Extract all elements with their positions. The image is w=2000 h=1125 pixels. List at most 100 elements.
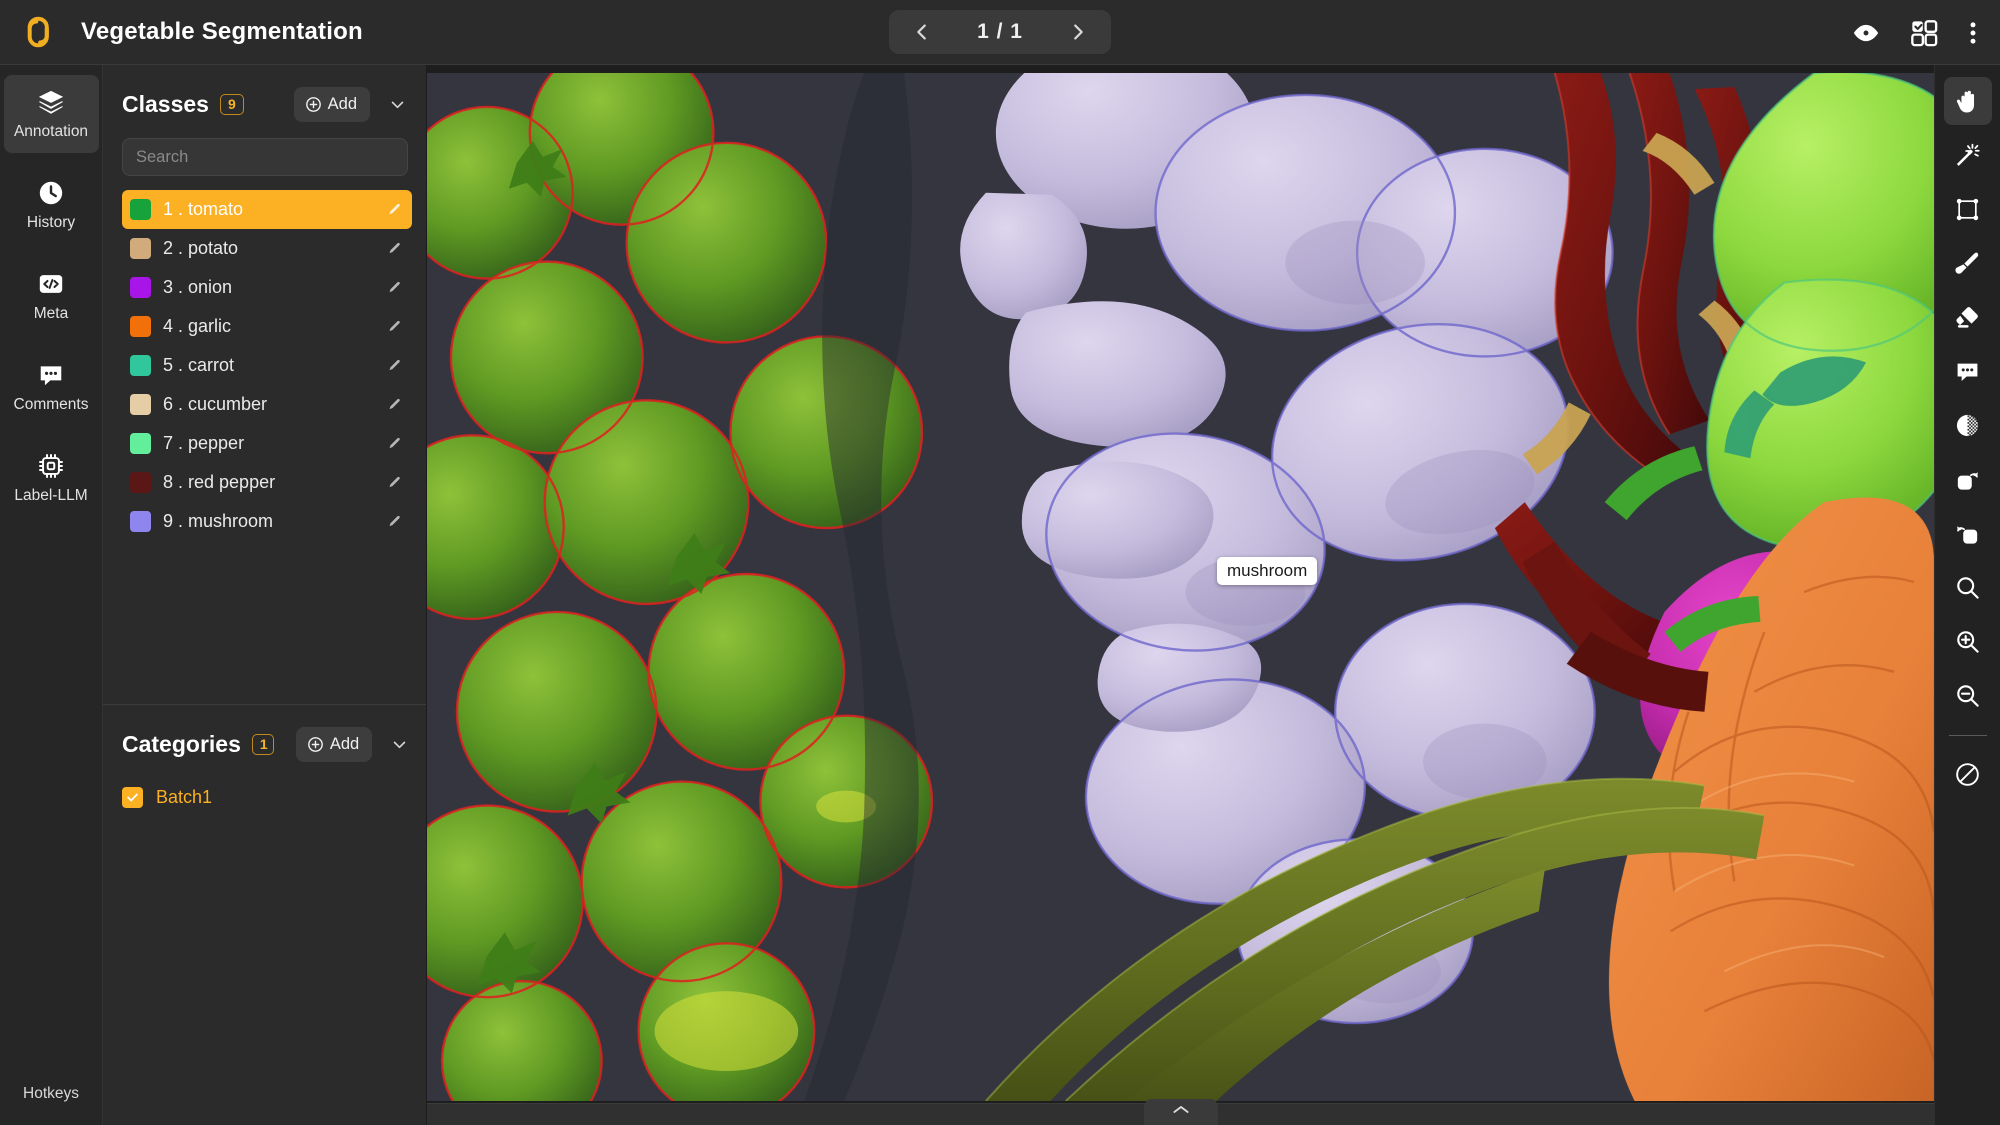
classes-list: 1 . tomato 2 . potato 3 . onion 4 . garlic 5…: [103, 186, 426, 541]
class-label: 7 . pepper: [163, 433, 245, 453]
classes-header: Classes 9 Add: [103, 65, 426, 134]
class-row[interactable]: 5 . carrot: [122, 346, 412, 385]
sidebar-item-label-llm[interactable]: Label-LLM: [4, 439, 99, 517]
annotation-app: Vegetable Segmentation 1 / 1 Annotation …: [0, 0, 2000, 1125]
categories-list: Batch1: [103, 774, 426, 814]
class-label: 1 . tomato: [163, 199, 244, 219]
sidebar-item-label: Meta: [33, 305, 69, 323]
zoom-out-button[interactable]: [1944, 671, 1992, 719]
annotation-label: mushroom: [1217, 557, 1318, 585]
image-viewport[interactable]: mushroom: [427, 73, 1934, 1103]
undo-button[interactable]: [1944, 509, 1992, 557]
sidebar-item-meta[interactable]: Meta: [4, 257, 99, 335]
add-category-label: Add: [329, 735, 360, 753]
magic-wand-icon: [1954, 142, 1981, 169]
sidebar-item-label: Annotation: [13, 123, 89, 141]
classes-title: Classes: [122, 91, 209, 117]
pencil-icon[interactable]: [387, 397, 402, 412]
add-category-button[interactable]: Add: [295, 727, 373, 762]
class-label: 6 . cucumber: [163, 394, 268, 414]
class-row[interactable]: 6 . cucumber: [122, 385, 412, 424]
sidebar-item-annotation[interactable]: Annotation: [3, 75, 99, 153]
left-panel: Classes 9 Add Search 1 . tomato 2 . pota…: [103, 65, 427, 1125]
eraser-icon: [1954, 304, 1981, 331]
class-row[interactable]: 8 . red pepper: [122, 463, 412, 502]
hotkeys-button[interactable]: Hotkeys: [0, 1085, 102, 1103]
class-row[interactable]: 1 . tomato: [122, 190, 412, 229]
chevron-right-icon[interactable]: [1067, 21, 1089, 43]
sidebar-item-history[interactable]: History: [4, 166, 99, 244]
bounding-box-tool[interactable]: [1944, 185, 1992, 233]
bounding-box-icon: [1954, 196, 1981, 223]
sidebar-item-comments[interactable]: Comments: [4, 348, 99, 426]
comment-icon: [37, 361, 65, 389]
page-title: Vegetable Segmentation: [81, 18, 363, 45]
brush-icon: [1954, 250, 1981, 277]
sidebar-item-label: History: [26, 214, 76, 232]
class-color-swatch: [130, 433, 151, 454]
classes-search-wrap: [103, 134, 426, 186]
plus-circle-icon: [305, 96, 322, 113]
class-row[interactable]: 7 . pepper: [122, 424, 412, 463]
opacity-icon: [1954, 412, 1981, 439]
page-indicator: 1 / 1: [977, 20, 1023, 43]
categories-panel: Categories 1 Add Batch1: [103, 705, 426, 1125]
annotated-image[interactable]: [427, 73, 1934, 1101]
brand: Vegetable Segmentation: [0, 13, 363, 51]
class-color-swatch: [130, 316, 151, 337]
fit-view-button[interactable]: [1944, 563, 1992, 611]
no-entry-icon: [1954, 761, 1981, 788]
pencil-icon[interactable]: [387, 202, 402, 217]
eye-icon[interactable]: [1852, 19, 1880, 47]
pencil-icon[interactable]: [387, 436, 402, 451]
redo-button[interactable]: [1944, 455, 1992, 503]
class-label: 9 . mushroom: [163, 511, 274, 531]
hand-icon: [1954, 88, 1981, 115]
pan-tool[interactable]: [1943, 77, 1992, 125]
clear-tool[interactable]: [1944, 750, 1992, 798]
add-class-label: Add: [327, 95, 357, 113]
eraser-tool[interactable]: [1944, 293, 1992, 341]
comment-tool[interactable]: [1944, 347, 1992, 395]
collapse-categories-button[interactable]: [383, 732, 410, 757]
zoom-in-button[interactable]: [1944, 617, 1992, 665]
comment-icon: [1954, 358, 1981, 385]
class-row[interactable]: 9 . mushroom: [122, 502, 412, 541]
brush-tool[interactable]: [1944, 239, 1992, 287]
pencil-icon[interactable]: [387, 241, 402, 256]
opacity-tool[interactable]: [1944, 401, 1992, 449]
class-color-swatch: [130, 355, 151, 376]
class-label: 5 . carrot: [163, 355, 235, 375]
categories-title: Categories: [122, 731, 241, 757]
pencil-icon[interactable]: [387, 319, 402, 334]
category-label: Batch1: [156, 786, 213, 807]
expand-bottom-panel-button[interactable]: [1143, 1099, 1218, 1125]
more-vertical-icon[interactable]: [1968, 19, 1978, 47]
chevron-down-icon: [389, 96, 406, 113]
class-color-swatch: [130, 238, 151, 259]
pencil-icon[interactable]: [387, 514, 402, 529]
pencil-icon[interactable]: [387, 358, 402, 373]
collapse-classes-button[interactable]: [381, 92, 408, 117]
grid-check-icon[interactable]: [1910, 19, 1938, 47]
undo-icon: [1954, 520, 1981, 547]
canvas-area[interactable]: mushroom: [427, 65, 1934, 1125]
category-row[interactable]: Batch1: [122, 780, 426, 814]
right-toolbar: [1934, 65, 2000, 1125]
pencil-icon[interactable]: [387, 280, 402, 295]
search-input[interactable]: [122, 138, 408, 176]
category-checkbox[interactable]: [122, 786, 143, 808]
chevron-down-icon: [391, 736, 408, 753]
magic-wand-tool[interactable]: [1944, 131, 1992, 179]
pagination-control: 1 / 1: [889, 10, 1111, 54]
chevron-left-icon[interactable]: [911, 21, 933, 43]
class-row[interactable]: 2 . potato: [122, 229, 412, 268]
pencil-icon[interactable]: [387, 475, 402, 490]
toolbar-divider: [1948, 735, 1987, 736]
add-class-button[interactable]: Add: [293, 87, 370, 122]
top-bar-actions: [1852, 0, 1978, 65]
zoom-out-icon: [1954, 682, 1981, 709]
class-label: 2 . potato: [163, 238, 239, 258]
class-row[interactable]: 3 . onion: [122, 268, 412, 307]
class-row[interactable]: 4 . garlic: [122, 307, 412, 346]
